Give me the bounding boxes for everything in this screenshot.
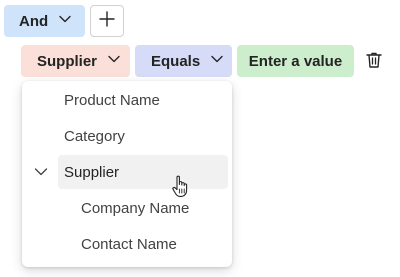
- logic-operator-label: And: [19, 12, 49, 30]
- menu-item-contact-name[interactable]: Contact Name: [58, 227, 228, 261]
- field-label: Supplier: [37, 52, 98, 70]
- chevron-down-icon: [58, 12, 72, 30]
- value-label: Enter a value: [248, 52, 343, 70]
- field-dropdown-menu: Product Name Category Supplier Company N…: [22, 81, 232, 267]
- menu-item-label: Product Name: [64, 91, 160, 109]
- menu-item-label: Supplier: [64, 163, 120, 181]
- expand-chevron-icon[interactable]: [34, 165, 48, 184]
- menu-item-label: Contact Name: [81, 235, 177, 253]
- plus-icon: [98, 10, 116, 33]
- trash-icon: [364, 50, 384, 75]
- delete-condition-button[interactable]: [362, 50, 386, 74]
- menu-item-supplier[interactable]: Supplier: [58, 155, 228, 189]
- menu-item-category[interactable]: Category: [58, 119, 228, 153]
- value-input-button[interactable]: Enter a value: [237, 45, 354, 77]
- field-dropdown[interactable]: Supplier: [21, 45, 130, 77]
- chevron-down-icon: [107, 52, 121, 70]
- logic-operator-dropdown[interactable]: And: [4, 5, 85, 37]
- add-condition-button[interactable]: [90, 5, 124, 37]
- operator-label: Equals: [151, 52, 201, 70]
- hand-pointer-icon: [171, 174, 191, 203]
- filter-builder: And Supplier Equals Enter a value Produc…: [0, 0, 400, 277]
- operator-dropdown[interactable]: Equals: [135, 45, 232, 77]
- menu-item-label: Category: [64, 127, 125, 145]
- menu-item-company-name[interactable]: Company Name: [58, 191, 228, 225]
- chevron-down-icon: [210, 52, 224, 70]
- menu-item-product-name[interactable]: Product Name: [58, 83, 228, 117]
